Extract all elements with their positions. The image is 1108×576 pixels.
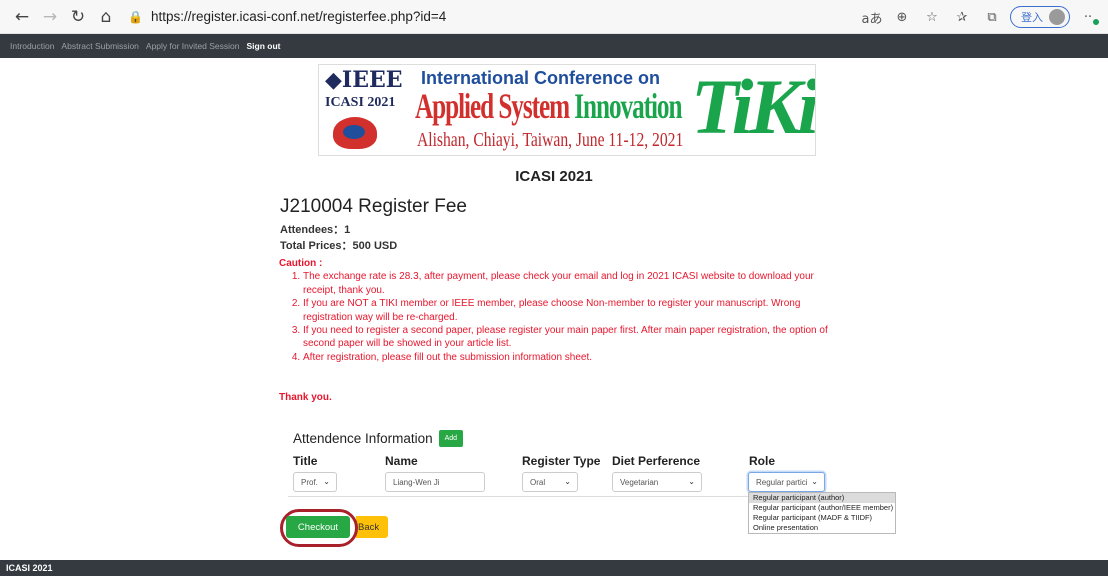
- tiki-logo: TiKi: [691, 64, 816, 150]
- name-input[interactable]: Liang-Wen Ji: [385, 472, 485, 492]
- caution-notice: Caution : The exchange rate is 28.3, aft…: [279, 257, 839, 364]
- caution-list: The exchange rate is 28.3, after payment…: [288, 270, 839, 364]
- zoom-icon[interactable]: ⊕: [890, 4, 914, 30]
- diet-value: Vegetarian: [620, 477, 659, 487]
- add-attendee-button[interactable]: Add: [438, 430, 464, 447]
- refresh-icon[interactable]: ↻: [64, 3, 92, 31]
- role-option[interactable]: Regular participant (author/IEEE member): [749, 503, 895, 513]
- home-icon[interactable]: ⌂: [92, 3, 120, 31]
- collections-icon[interactable]: ⧉: [980, 4, 1004, 30]
- conference-banner: ◆IEEE ICASI 2021 International Conferenc…: [318, 64, 816, 156]
- banner-line2-c: Innovation: [574, 86, 682, 126]
- browser-toolbar: ← → ↻ ⌂ 🔒 https://register.icasi-conf.ne…: [0, 0, 1108, 34]
- back-button[interactable]: Back: [356, 516, 388, 538]
- favorite-add-icon[interactable]: ☆: [920, 4, 944, 30]
- register-type-value: Oral: [530, 477, 546, 487]
- diet-select[interactable]: Vegetarian ⌄: [612, 472, 702, 492]
- col-title: Title: [293, 454, 318, 468]
- banner-event-short: ICASI 2021: [325, 95, 396, 110]
- role-option[interactable]: Online presentation: [749, 523, 895, 533]
- thanks-text: Thank you.: [279, 392, 332, 403]
- ieee-logo: ◆IEEE: [325, 67, 403, 93]
- chevron-down-icon: ⌄: [688, 477, 695, 486]
- nav-sign-out[interactable]: Sign out: [246, 41, 280, 51]
- role-dropdown: Regular participant (author) Regular par…: [748, 492, 896, 534]
- banner-line2-b: System: [498, 86, 570, 126]
- page-title: J210004 Register Fee: [280, 196, 467, 217]
- col-role: Role: [749, 454, 776, 468]
- banner-line2-a: Applied: [415, 86, 494, 126]
- conference-emblem-icon: [333, 117, 377, 149]
- favorites-icon[interactable]: ✰: [950, 4, 974, 30]
- nav-abstract-submission[interactable]: Abstract Submission: [61, 41, 138, 51]
- chevron-down-icon: ⌄: [811, 477, 818, 486]
- col-name: Name: [385, 454, 418, 468]
- list-item: The exchange rate is 28.3, after payment…: [303, 270, 839, 297]
- footer: ICASI 2021: [0, 560, 1108, 576]
- col-diet: Diet Perference: [612, 454, 701, 468]
- caution-heading: Caution :: [279, 258, 323, 269]
- address-bar[interactable]: 🔒 https://register.icasi-conf.net/regist…: [128, 4, 768, 30]
- avatar: [1049, 9, 1065, 25]
- col-register-type: Register Type: [522, 454, 601, 468]
- role-option[interactable]: Regular participant (author): [749, 493, 895, 503]
- title-value: Prof.: [301, 477, 318, 487]
- attendance-title: Attendence Information: [293, 431, 433, 446]
- back-icon[interactable]: ←: [8, 3, 36, 31]
- list-item: If you need to register a second paper, …: [303, 324, 839, 351]
- banner-line3: Alishan, Chiayi, Taiwan, June 11-12, 202…: [417, 129, 684, 151]
- register-type-select[interactable]: Oral ⌄: [522, 472, 578, 492]
- forward-icon[interactable]: →: [36, 3, 64, 31]
- nav-introduction[interactable]: Introduction: [10, 41, 54, 51]
- chevron-down-icon: ⌄: [564, 477, 571, 486]
- lock-icon: 🔒: [128, 9, 143, 24]
- banner-line2: Applied System Innovation: [415, 85, 682, 127]
- chevron-down-icon: ⌄: [323, 477, 330, 486]
- list-item: If you are NOT a TIKI member or IEEE mem…: [303, 297, 839, 324]
- nav-apply-invited-session[interactable]: Apply for Invited Session: [146, 41, 240, 51]
- attendees-count: Attendees：1: [280, 224, 351, 236]
- notification-badge: [1093, 19, 1099, 25]
- name-value: Liang-Wen Ji: [393, 477, 440, 487]
- role-value: Regular partici: [756, 477, 808, 487]
- role-option[interactable]: Regular participant (MADF & TIIDF): [749, 513, 895, 523]
- site-nav: Introduction Abstract Submission Apply f…: [0, 34, 1108, 58]
- total-prices: Total Prices：500 USD: [280, 240, 398, 252]
- more-icon[interactable]: ··: [1076, 4, 1100, 30]
- read-aloud-icon[interactable]: aあ: [860, 4, 884, 30]
- url-text: https://register.icasi-conf.net/register…: [150, 9, 447, 24]
- role-select[interactable]: Regular partici ⌄: [748, 472, 825, 492]
- profile-button[interactable]: 登入: [1010, 6, 1070, 28]
- title-select[interactable]: Prof. ⌄: [293, 472, 337, 492]
- checkout-button[interactable]: Checkout: [286, 516, 350, 538]
- conference-title: ICASI 2021: [515, 168, 593, 185]
- attendance-heading: Attendence Information Add: [293, 430, 464, 447]
- profile-label: 登入: [1021, 12, 1043, 24]
- list-item: After registration, please fill out the …: [303, 351, 839, 364]
